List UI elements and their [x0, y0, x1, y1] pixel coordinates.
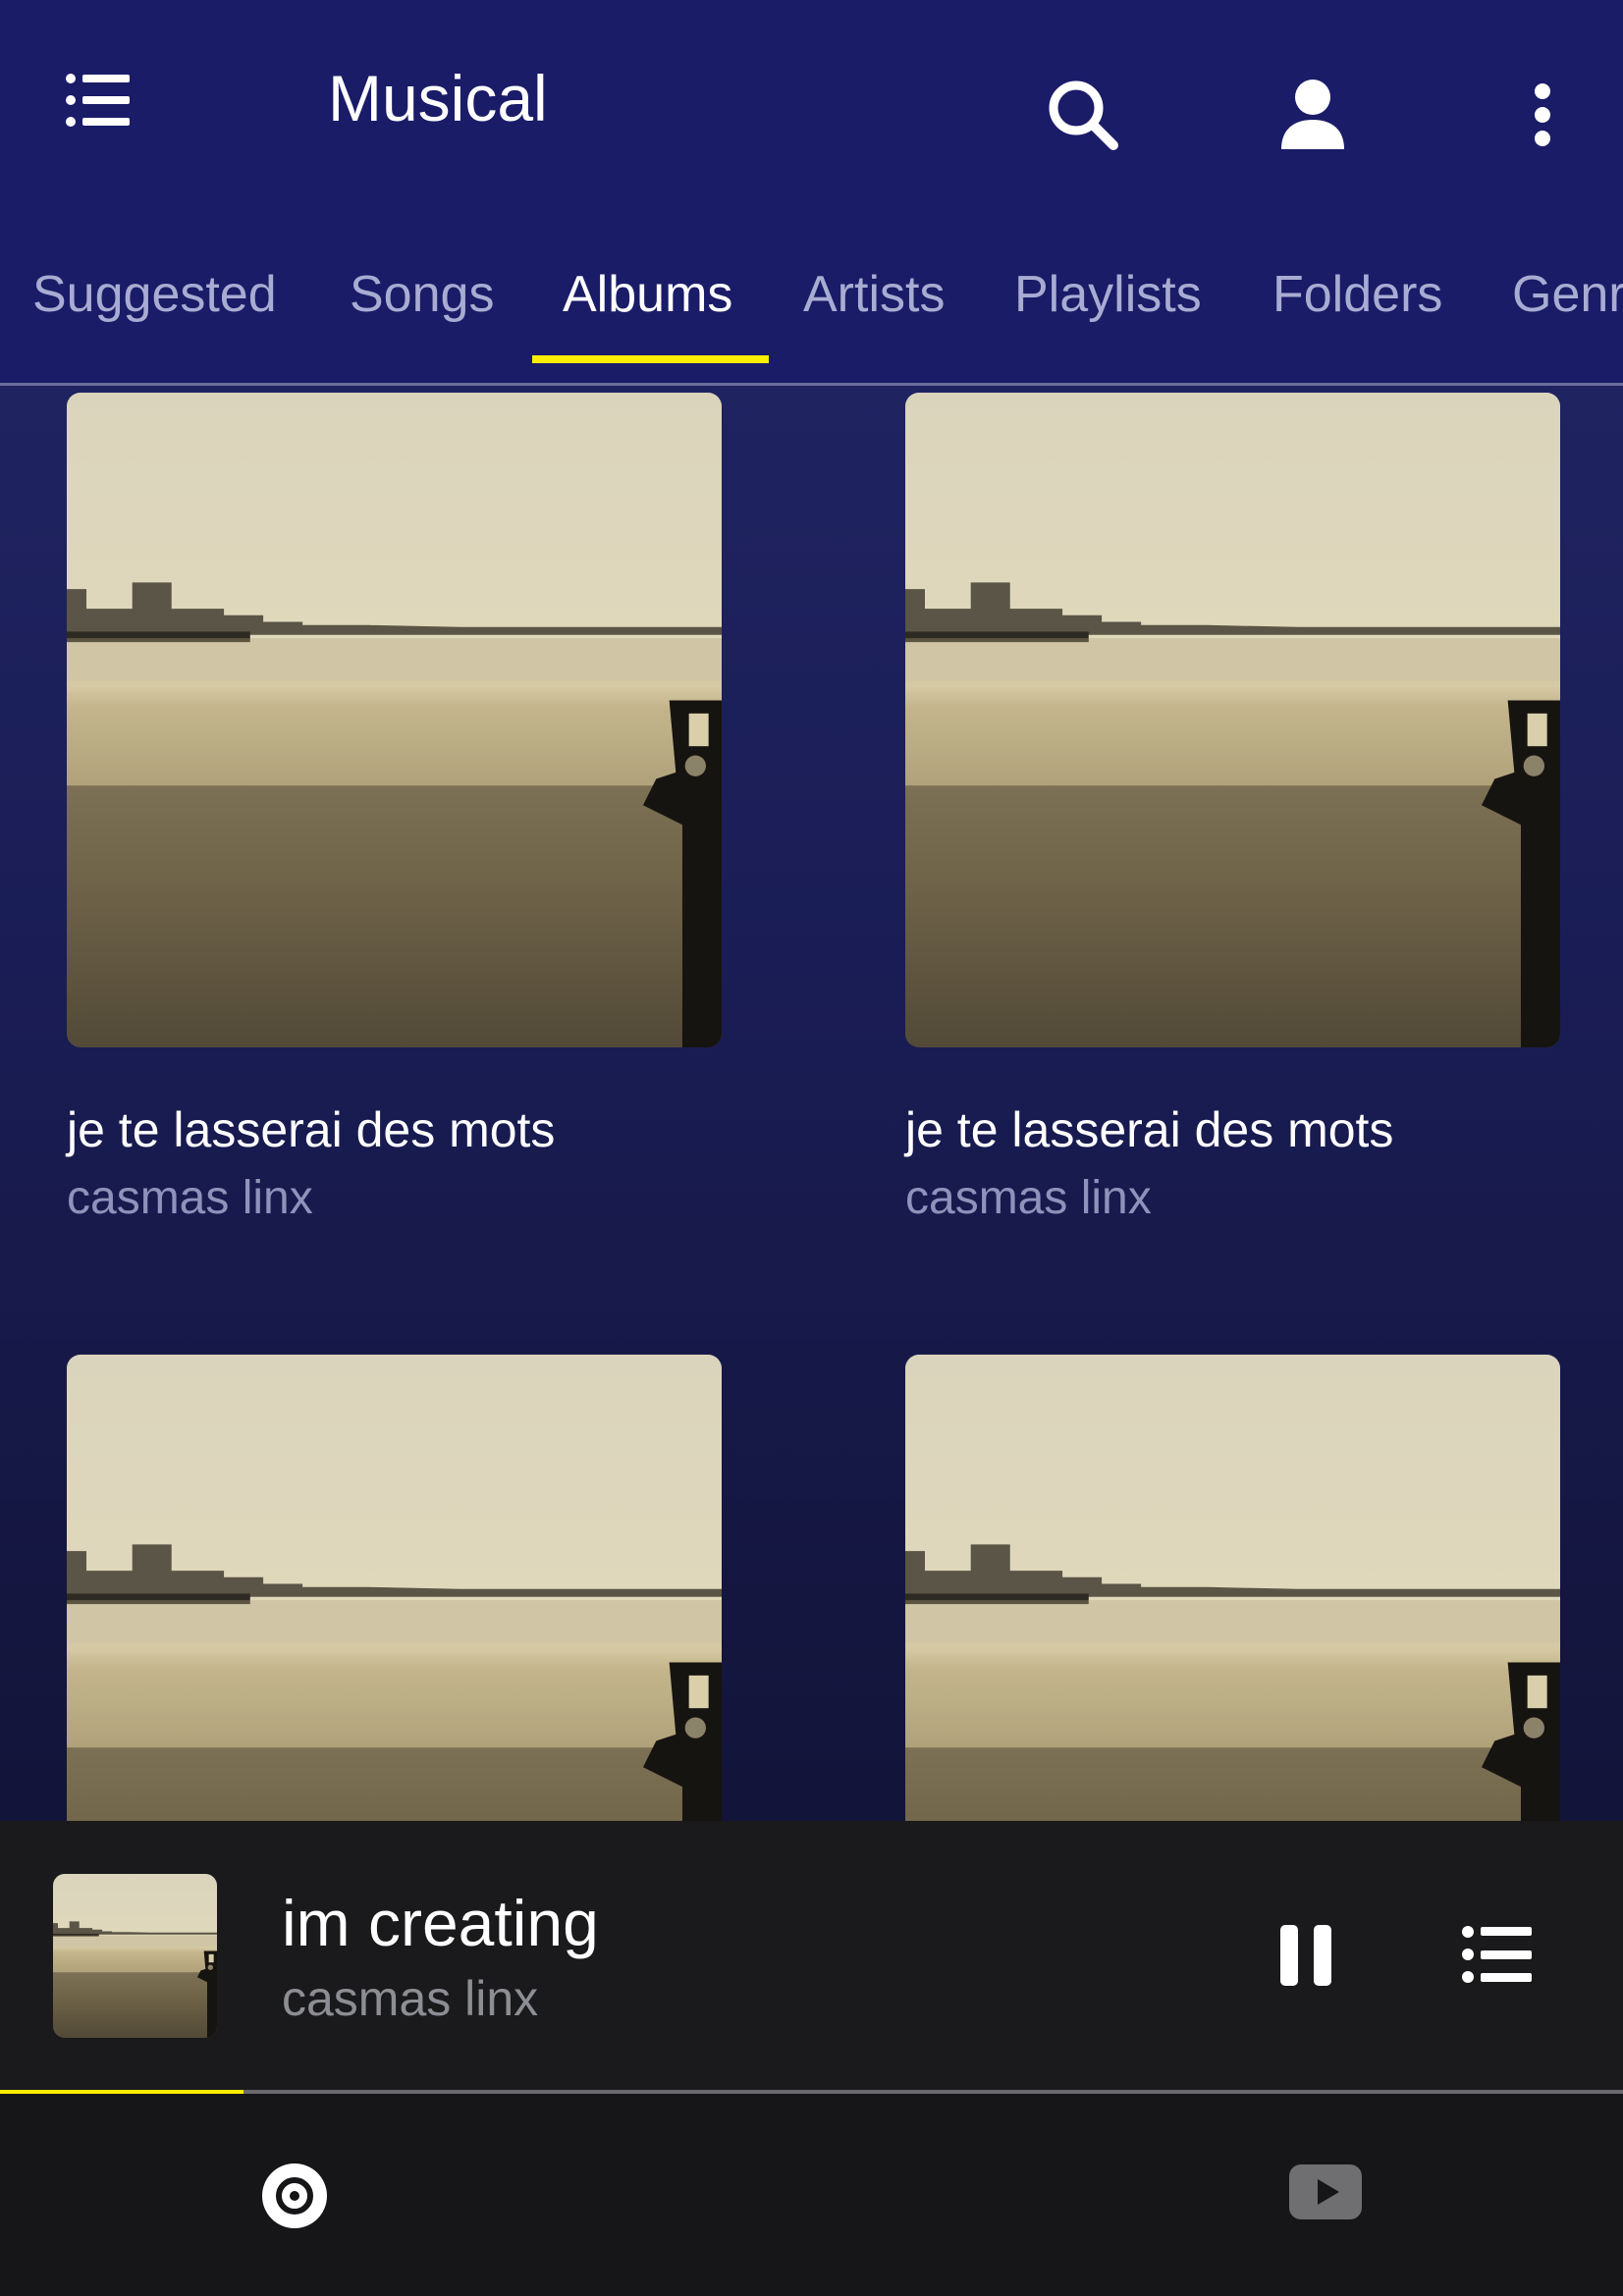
queue-list-icon[interactable] [1461, 1923, 1534, 1986]
tab-songs[interactable]: Songs [350, 265, 494, 324]
album-card[interactable]: je te lasserai des mots casmas linx [67, 393, 722, 1224]
active-tab-indicator [532, 355, 769, 363]
app-bar: Musical Suggested Songs Albums Artists P… [0, 0, 1623, 386]
now-playing-artist: casmas linx [282, 1971, 539, 2026]
album-artist: casmas linx [905, 1172, 1152, 1224]
tab-folders[interactable]: Folders [1272, 265, 1442, 324]
album-card[interactable] [905, 1355, 1560, 1821]
tab-genres[interactable]: Genres [1512, 265, 1623, 324]
album-artist: casmas linx [67, 1172, 313, 1224]
menu-list-icon[interactable] [65, 71, 134, 130]
now-playing-art [53, 1874, 217, 2038]
album-art [905, 393, 1560, 1047]
bottom-nav [0, 2094, 1623, 2296]
album-art [67, 393, 722, 1047]
tab-playlists[interactable]: Playlists [1014, 265, 1202, 324]
account-icon[interactable] [1278, 79, 1347, 149]
now-playing-title: im creating [282, 1887, 599, 1959]
pause-icon[interactable] [1278, 1921, 1333, 1990]
album-art [905, 1355, 1560, 1821]
album-art [67, 1355, 722, 1821]
tab-suggested[interactable]: Suggested [32, 265, 277, 324]
app-title: Musical [328, 62, 548, 134]
more-vert-icon[interactable] [1528, 82, 1557, 147]
search-icon[interactable] [1047, 79, 1119, 151]
disc-icon[interactable] [261, 2163, 328, 2229]
tab-artists[interactable]: Artists [803, 265, 945, 324]
mini-player[interactable]: im creating casmas linx [0, 1821, 1623, 2092]
album-title: je te lasserai des mots [67, 1102, 556, 1157]
youtube-icon[interactable] [1289, 2164, 1362, 2219]
album-grid: je te lasserai des mots casmas linx je t… [0, 386, 1623, 1821]
album-card[interactable]: je te lasserai des mots casmas linx [905, 393, 1560, 1224]
album-card[interactable] [67, 1355, 722, 1821]
tab-bar: Suggested Songs Albums Artists Playlists… [0, 236, 1623, 386]
tab-albums[interactable]: Albums [563, 265, 732, 324]
album-title: je te lasserai des mots [905, 1102, 1394, 1157]
